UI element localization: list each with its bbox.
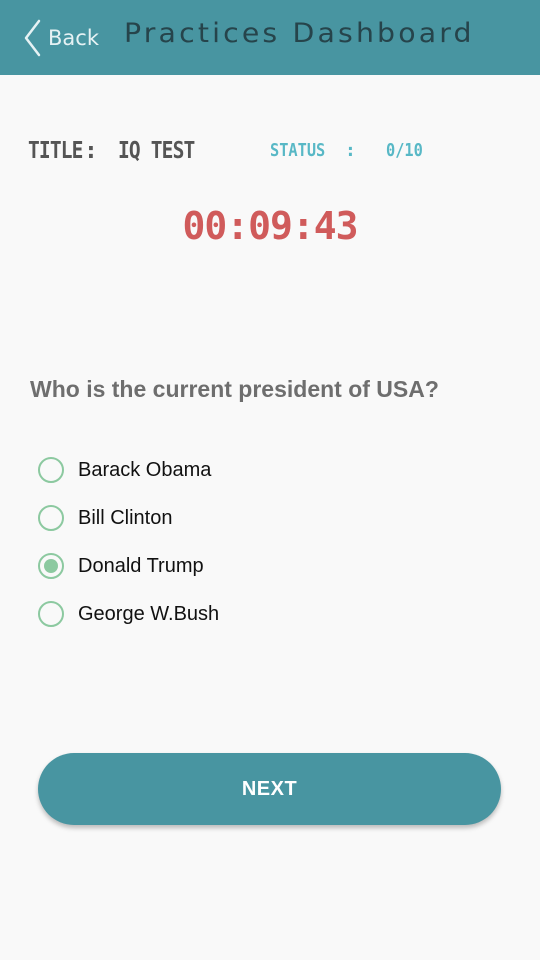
next-button[interactable]: NEXT xyxy=(38,753,501,825)
app-bar: Back Practices Dashboard xyxy=(0,0,540,75)
back-button[interactable]: Back xyxy=(22,16,99,60)
status-value: 0/10 xyxy=(386,140,423,161)
answer-option-label: Donald Trump xyxy=(78,554,204,577)
answer-option-label: Bill Clinton xyxy=(78,506,173,529)
radio-button[interactable] xyxy=(38,601,64,627)
radio-button[interactable] xyxy=(38,553,64,579)
test-title-separator: : xyxy=(84,138,98,164)
status-label: STATUS xyxy=(270,140,326,161)
answer-option[interactable]: George W.Bush xyxy=(38,590,219,638)
answer-options: Barack Obama Bill Clinton Donald Trump G… xyxy=(38,446,219,638)
test-title-label: TITLE xyxy=(28,138,83,164)
answer-option[interactable]: Donald Trump xyxy=(38,542,219,590)
page-title: Practices Dashboard xyxy=(124,18,475,49)
chevron-left-icon xyxy=(22,18,42,58)
question-text: Who is the current president of USA? xyxy=(30,376,439,402)
test-title-value: IQ TEST xyxy=(118,138,195,164)
answer-option-label: George W.Bush xyxy=(78,602,220,625)
radio-dot xyxy=(44,559,58,573)
answer-option[interactable]: Barack Obama xyxy=(38,446,219,494)
answer-option[interactable]: Bill Clinton xyxy=(38,494,219,542)
radio-button[interactable] xyxy=(38,505,64,531)
countdown-timer: 00:09:43 xyxy=(182,204,358,248)
next-button-label: NEXT xyxy=(241,777,298,800)
answer-option-label: Barack Obama xyxy=(78,458,212,481)
radio-button[interactable] xyxy=(38,457,64,483)
back-label: Back xyxy=(48,26,99,50)
status-separator: : xyxy=(345,140,356,161)
